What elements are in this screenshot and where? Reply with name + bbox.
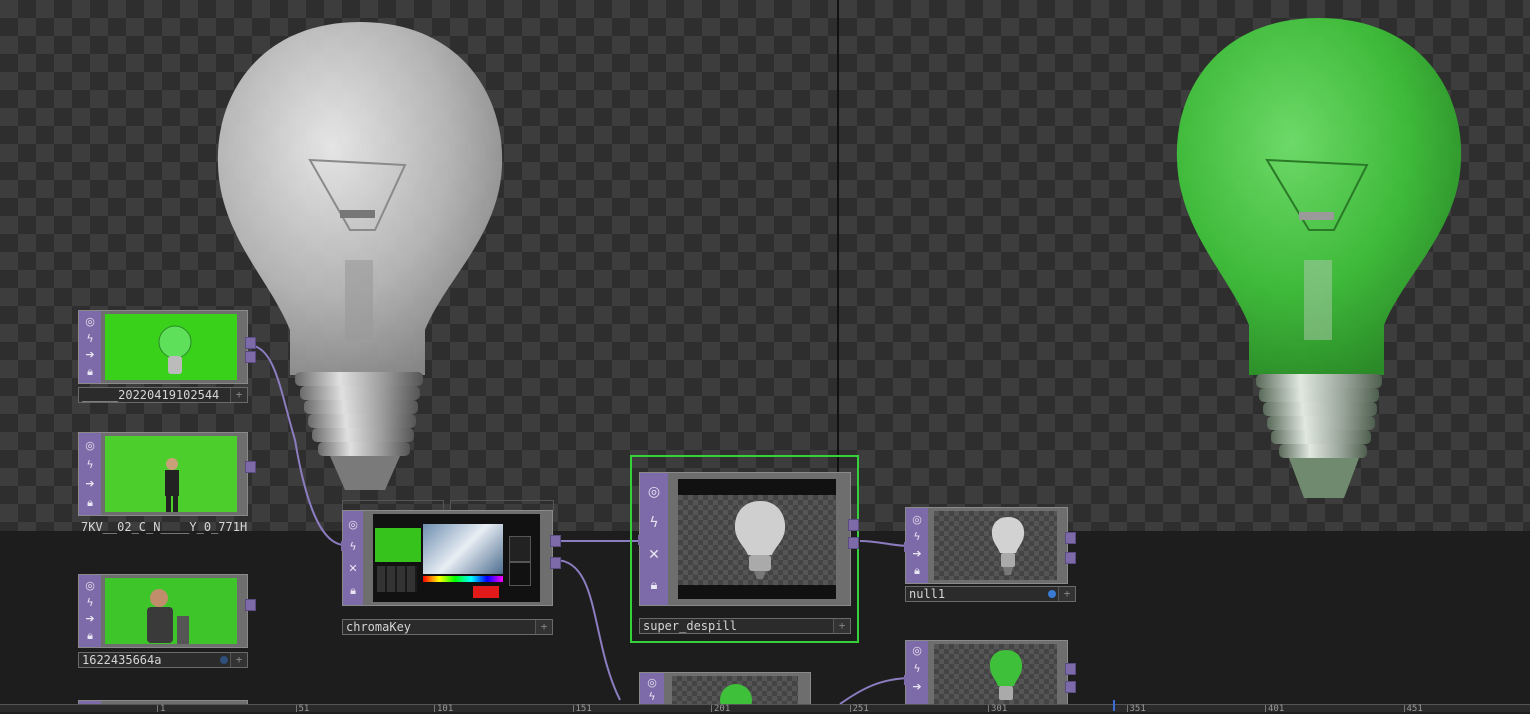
- output-port[interactable]: [1065, 681, 1076, 693]
- display-dot-icon[interactable]: [220, 656, 228, 664]
- node-chromakey[interactable]: ◎ ϟ ✕ 🔒︎ chromaKey +: [341, 500, 561, 636]
- output-port[interactable]: [1065, 552, 1076, 564]
- node-label: 1622435664a: [82, 653, 162, 667]
- arrow-icon[interactable]: ➔: [83, 612, 97, 626]
- node-label: super_despill: [643, 619, 737, 633]
- plus-icon[interactable]: +: [833, 619, 850, 633]
- lightning-icon[interactable]: ϟ: [647, 516, 661, 530]
- lightning-icon[interactable]: ϟ: [910, 662, 924, 676]
- x-icon[interactable]: ✕: [647, 548, 661, 562]
- output-port[interactable]: [245, 351, 256, 363]
- node-partial-right[interactable]: ◎ ϟ ➔: [904, 640, 1076, 706]
- node-thumbnail: [105, 578, 237, 644]
- node-flags: ◎ ϟ ➔ 🔒︎: [79, 311, 101, 383]
- arrow-icon[interactable]: ➔: [83, 477, 97, 491]
- eye-icon[interactable]: ◎: [910, 513, 924, 527]
- node-name[interactable]: chromaKey +: [342, 619, 553, 635]
- node-thumbnail: [105, 314, 237, 380]
- eye-icon[interactable]: ◎: [83, 579, 97, 593]
- node-thumbnail: [373, 514, 540, 602]
- lock-icon[interactable]: 🔒︎: [346, 584, 360, 598]
- lightning-icon[interactable]: ϟ: [83, 596, 97, 610]
- display-dot-icon[interactable]: [1048, 590, 1056, 598]
- node-movie2[interactable]: ◎ ϟ ➔ 🔒︎ 7KV__02_C_N____Y_0_771H: [78, 432, 256, 536]
- output-port[interactable]: [245, 599, 256, 611]
- node-movie3[interactable]: ◎ ϟ ➔ 🔒︎ 1622435664a +: [78, 574, 256, 668]
- plus-icon[interactable]: +: [1058, 587, 1075, 601]
- input-port[interactable]: [904, 675, 910, 685]
- input-port[interactable]: [341, 541, 347, 551]
- node-flags: ◎ ϟ ➔ 🔒︎: [79, 575, 101, 647]
- lock-icon[interactable]: 🔒︎: [83, 496, 97, 510]
- lock-icon[interactable]: 🔒︎: [910, 564, 924, 578]
- plus-icon[interactable]: +: [230, 653, 247, 667]
- lock-icon[interactable]: 🔒︎: [83, 629, 97, 643]
- x-icon[interactable]: ✕: [346, 562, 360, 576]
- output-port[interactable]: [1065, 532, 1076, 544]
- lightning-icon[interactable]: ϟ: [645, 690, 659, 704]
- plus-icon[interactable]: +: [535, 620, 552, 634]
- timeline-playhead[interactable]: [1113, 700, 1115, 711]
- node-thumbnail: [678, 479, 836, 599]
- lightning-icon[interactable]: ϟ: [83, 332, 97, 346]
- lock-icon[interactable]: 🔒︎: [83, 365, 97, 379]
- node-flags: ◎ ϟ ➔: [906, 641, 928, 705]
- node-flags: ◎ ϟ ✕ 🔒︎: [343, 511, 363, 605]
- node-partial-middle[interactable]: ◎ ϟ: [639, 672, 811, 706]
- node-flags: ◎ ϟ ➔ 🔒︎: [79, 433, 101, 515]
- output-port[interactable]: [245, 337, 256, 349]
- output-port[interactable]: [550, 557, 561, 569]
- node-null1[interactable]: ◎ ϟ ➔ 🔒︎ null1 +: [904, 507, 1076, 603]
- node-movie1[interactable]: ◎ ϟ ➔ 🔒︎ _____20220419102544 +: [78, 310, 256, 403]
- eye-icon[interactable]: ◎: [910, 644, 924, 658]
- node-label: _____20220419102544: [82, 388, 220, 402]
- node-flags: ◎ ϟ ✕ 🔒︎: [640, 473, 668, 605]
- output-port[interactable]: [550, 535, 561, 547]
- output-port[interactable]: [245, 461, 256, 473]
- lightning-icon[interactable]: ϟ: [346, 540, 360, 554]
- eye-icon[interactable]: ◎: [645, 676, 659, 690]
- node-label: 7KV__02_C_N____Y_0_771H: [81, 520, 248, 534]
- output-port[interactable]: [848, 519, 859, 531]
- node-thumbnail: [934, 511, 1057, 580]
- node-name[interactable]: 7KV__02_C_N____Y_0_771H: [78, 520, 263, 536]
- arrow-icon[interactable]: ➔: [910, 680, 924, 694]
- node-thumbnail: [672, 676, 798, 705]
- eye-icon[interactable]: ◎: [346, 518, 360, 532]
- arrow-icon[interactable]: ➔: [910, 547, 924, 561]
- plus-icon[interactable]: +: [230, 388, 247, 402]
- eye-icon[interactable]: ◎: [647, 485, 661, 499]
- node-thumbnail: [105, 436, 237, 512]
- node-label: chromaKey: [346, 620, 412, 634]
- node-label: null1: [909, 587, 946, 601]
- input-port[interactable]: [638, 535, 644, 545]
- node-thumbnail: [934, 644, 1057, 705]
- lightning-icon[interactable]: ϟ: [910, 530, 924, 544]
- arrow-icon[interactable]: ➔: [83, 348, 97, 362]
- eye-icon[interactable]: ◎: [83, 439, 97, 453]
- lightning-icon[interactable]: ϟ: [83, 458, 97, 472]
- lock-icon[interactable]: 🔒︎: [647, 579, 661, 593]
- input-port[interactable]: [904, 542, 910, 552]
- node-name[interactable]: _____20220419102544 +: [78, 387, 248, 403]
- node-name[interactable]: 1622435664a +: [78, 652, 248, 668]
- node-flags: ◎ ϟ: [640, 673, 664, 705]
- output-port[interactable]: [848, 537, 859, 549]
- node-name[interactable]: null1 +: [905, 586, 1076, 602]
- node-super-despill[interactable]: ◎ ϟ ✕ 🔒︎ super_despill +: [638, 472, 859, 637]
- node-name[interactable]: super_despill +: [639, 618, 851, 634]
- eye-icon[interactable]: ◎: [83, 315, 97, 329]
- output-port[interactable]: [1065, 663, 1076, 675]
